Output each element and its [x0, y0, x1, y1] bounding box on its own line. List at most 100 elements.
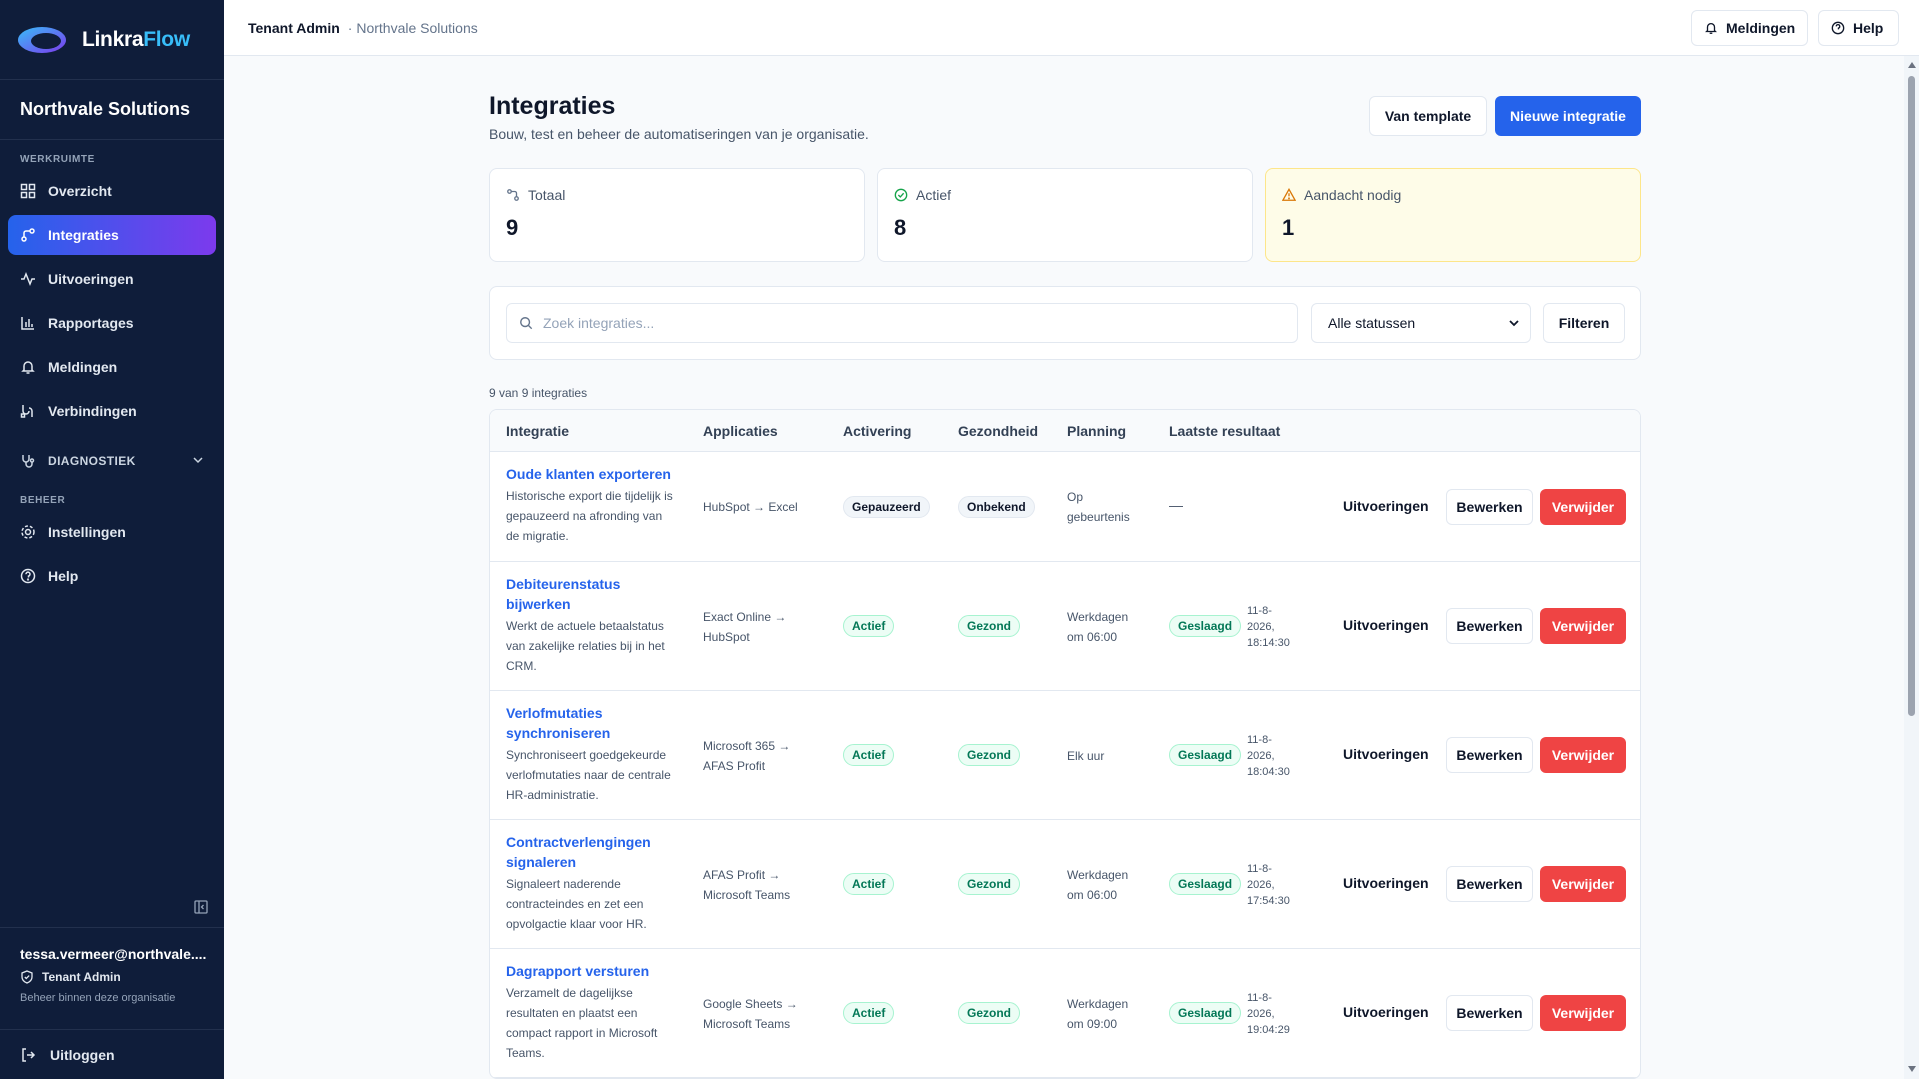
- column-header[interactable]: Laatste resultaat: [1169, 423, 1280, 439]
- sidebar-item-label: Uitvoeringen: [48, 271, 134, 287]
- integration-description: Werkt de actuele betaalstatus van zakeli…: [506, 619, 665, 673]
- logout-button[interactable]: Uitloggen: [0, 1029, 224, 1079]
- integration-apps: HubSpot → Excel: [703, 500, 798, 514]
- stat-value: 1: [1282, 215, 1295, 240]
- stat-card-total: Totaal 9: [489, 168, 865, 262]
- column-header[interactable]: Applicaties: [703, 423, 778, 439]
- activation-badge: Gepauzeerd: [843, 496, 930, 518]
- shield-icon: [20, 970, 34, 984]
- logo-text: LinkraFlow: [82, 27, 190, 51]
- integration-apps: Exact Online → HubSpot: [703, 610, 787, 644]
- bell-icon: [1704, 21, 1718, 35]
- integration-name-link[interactable]: Dagrapport versturen: [506, 961, 671, 981]
- logo[interactable]: LinkraFlow: [0, 0, 224, 80]
- column-header[interactable]: Gezondheid: [958, 423, 1038, 439]
- user-note: Beheer binnen deze organisatie: [20, 992, 176, 1004]
- result-count: 9 van 9 integraties: [489, 386, 588, 400]
- stat-label: Actief: [916, 187, 952, 203]
- activation-badge: Actief: [843, 873, 895, 895]
- sidebar-diagnostics-toggle[interactable]: DIAGNOSTIEK: [8, 441, 216, 481]
- user-role-label: Tenant Admin: [42, 970, 121, 984]
- breadcrumb-role[interactable]: Tenant Admin: [248, 20, 340, 36]
- integration-apps: AFAS Profit → Microsoft Teams: [703, 868, 791, 902]
- integration-name-link[interactable]: Contractverlengingen signaleren: [506, 832, 656, 872]
- runs-link[interactable]: Uitvoeringen: [1343, 617, 1429, 633]
- integration-icon: [506, 188, 520, 202]
- last-result-time: 11-8-2026, 18:14:30: [1247, 605, 1290, 649]
- health-badge: Gezond: [958, 615, 1020, 637]
- help-button[interactable]: Help: [1818, 10, 1899, 46]
- runs-link[interactable]: Uitvoeringen: [1343, 875, 1429, 891]
- table-row: Dagrapport versturen Verzamelt de dageli…: [490, 949, 1640, 1078]
- user-box: tessa.vermeer@northvale.... Tenant Admin…: [0, 927, 224, 1029]
- scroll-up-arrow-icon[interactable]: [1908, 62, 1916, 68]
- search-input[interactable]: [543, 315, 1263, 331]
- scrollbar-thumb[interactable]: [1908, 76, 1915, 716]
- sidebar-item-label: Meldingen: [48, 359, 118, 375]
- filter-button[interactable]: Filteren: [1543, 303, 1625, 343]
- table-row: Oude klanten exporteren Historische expo…: [490, 452, 1640, 562]
- scroll-down-arrow-icon[interactable]: [1908, 1066, 1916, 1072]
- status-select[interactable]: Alle statussen: [1311, 303, 1531, 343]
- stat-label: Totaal: [528, 187, 566, 203]
- page-subtitle: Bouw, test en beheer de automatiseringen…: [489, 126, 869, 142]
- last-result-empty: —: [1169, 497, 1183, 513]
- edit-button[interactable]: Bewerken: [1446, 995, 1533, 1031]
- chevron-down-icon: [1508, 317, 1520, 329]
- planning-text: Werkdagen om 06:00: [1067, 868, 1129, 902]
- delete-button[interactable]: Verwijder: [1540, 995, 1626, 1031]
- integration-name-link[interactable]: Oude klanten exporteren: [506, 464, 671, 484]
- integration-apps: Google Sheets → Microsoft Teams: [703, 997, 798, 1031]
- column-header[interactable]: Planning: [1067, 423, 1126, 439]
- notifications-button[interactable]: Meldingen: [1691, 10, 1808, 46]
- sidebar-item-integraties[interactable]: Integraties: [8, 215, 216, 255]
- edit-button[interactable]: Bewerken: [1446, 737, 1533, 773]
- edit-button[interactable]: Bewerken: [1446, 608, 1533, 644]
- runs-link[interactable]: Uitvoeringen: [1343, 498, 1429, 514]
- sidebar-item-meldingen[interactable]: Meldingen: [8, 347, 216, 387]
- edit-button[interactable]: Bewerken: [1446, 489, 1533, 525]
- from-template-button[interactable]: Van template: [1369, 96, 1487, 136]
- edit-button[interactable]: Bewerken: [1446, 866, 1533, 902]
- planning-text: Op gebeurtenis: [1067, 490, 1130, 524]
- activity-icon: [20, 271, 36, 287]
- delete-button[interactable]: Verwijder: [1540, 866, 1626, 902]
- sidebar-item-rapportages[interactable]: Rapportages: [8, 303, 216, 343]
- new-integration-button[interactable]: Nieuwe integratie: [1495, 96, 1641, 136]
- integration-name-link[interactable]: Debiteurenstatus bijwerken: [506, 574, 636, 614]
- notifications-label: Meldingen: [1726, 20, 1796, 36]
- integration-name-link[interactable]: Verlofmutaties synchroniseren: [506, 703, 636, 743]
- sidebar-item-label: Integraties: [48, 227, 119, 243]
- sidebar-item-overzicht[interactable]: Overzicht: [8, 171, 216, 211]
- tenant-name: Northvale Solutions: [0, 80, 224, 140]
- delete-button[interactable]: Verwijder: [1540, 737, 1626, 773]
- table-row: Verlofmutaties synchroniseren Synchronis…: [490, 691, 1640, 820]
- logout-icon: [20, 1047, 36, 1063]
- page-scrollbar[interactable]: [1904, 56, 1919, 1079]
- last-result-badge: Geslaagd: [1169, 873, 1242, 895]
- sidebar-item-label: Rapportages: [48, 315, 134, 331]
- grid-icon: [20, 183, 36, 199]
- last-result-time: 11-8-2026, 18:04:30: [1247, 734, 1290, 778]
- runs-link[interactable]: Uitvoeringen: [1343, 746, 1429, 762]
- stethoscope-icon: [20, 453, 36, 469]
- search-box[interactable]: [506, 303, 1298, 343]
- sidebar-item-help[interactable]: Help: [8, 556, 216, 596]
- user-role: Tenant Admin: [20, 970, 204, 984]
- sidebar-item-instellingen[interactable]: Instellingen: [8, 512, 216, 552]
- breadcrumb-tenant: · Northvale Solutions: [347, 19, 478, 36]
- table-row: Contractverlengingen signaleren Signalee…: [490, 820, 1640, 949]
- runs-link[interactable]: Uitvoeringen: [1343, 1004, 1429, 1020]
- column-header[interactable]: Activering: [843, 423, 911, 439]
- sidebar-item-uitvoeringen[interactable]: Uitvoeringen: [8, 259, 216, 299]
- delete-button[interactable]: Verwijder: [1540, 608, 1626, 644]
- sidebar-collapse-icon[interactable]: [194, 900, 208, 919]
- health-badge: Onbekend: [958, 496, 1035, 518]
- delete-button[interactable]: Verwijder: [1540, 489, 1626, 525]
- sidebar: LinkraFlow Northvale Solutions WERKRUIMT…: [0, 0, 224, 1079]
- column-header[interactable]: Integratie: [506, 423, 569, 439]
- sidebar-item-label: Verbindingen: [48, 403, 137, 419]
- logout-label: Uitloggen: [50, 1046, 115, 1063]
- table-header: Integratie Applicaties Activering Gezond…: [490, 410, 1640, 452]
- sidebar-item-verbindingen[interactable]: Verbindingen: [8, 391, 216, 431]
